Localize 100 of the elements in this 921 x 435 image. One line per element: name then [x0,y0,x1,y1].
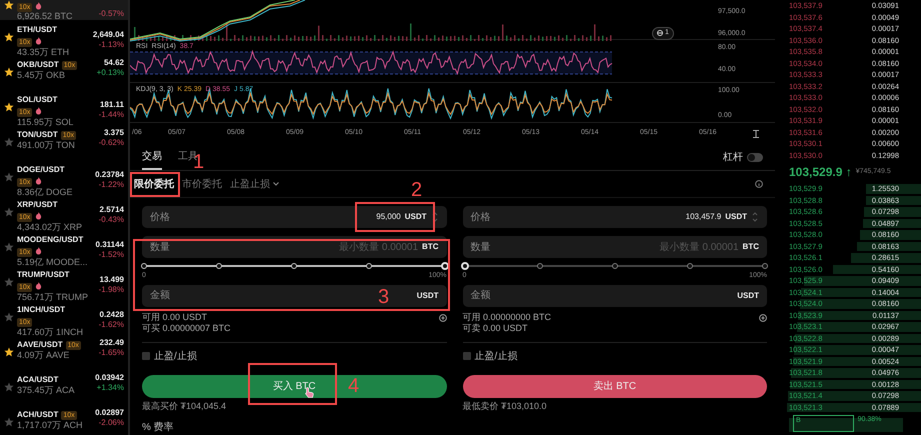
unit-label: USDT [404,211,426,223]
leverage-toggle[interactable] [747,153,763,162]
change-text: -1.65% [98,348,124,358]
volume-text: 5.45万 OKB [17,70,66,80]
volume-text: 756.71万 TRUMP [17,292,90,302]
star-icon[interactable] [4,102,14,112]
balance-text: 可用 0.00000000 BTC [462,311,552,324]
price-text: 13.499 [98,275,124,285]
balance-text: 可买 0.00000007 BTC [142,322,231,336]
price-text: 0.31144 [96,240,124,250]
quantity-field[interactable]: 数量 最小数量 0.00001 BTC [462,236,767,258]
depth-bar [862,218,921,228]
order-type-tab[interactable]: 止盈止损 [230,176,279,193]
pair-name: DOGE/USDT [17,165,65,174]
star-icon[interactable] [4,32,14,42]
star-icon[interactable] [4,382,14,392]
price-field[interactable]: 价格 103,457.9 USDT [462,206,767,228]
pair-name: 1INCH/USDT [17,305,66,314]
volume-text: 8.36亿 DOGE [17,187,74,197]
text-cursor-icon [753,130,759,138]
pair-name: AAVE/USDT [17,340,63,349]
price-input[interactable]: 103,457.9 [641,211,722,223]
volume-text: 5.19亿 MOODE... [17,257,89,267]
quantity-field[interactable]: 数量 最小数量 0.00001 BTC [142,236,446,258]
fee-link[interactable]: % 费率 [142,420,446,435]
unit-label: BTC [742,241,759,253]
depth-bar [850,253,921,262]
depth-bar [864,207,921,216]
depth-bar [856,242,921,251]
add-icon[interactable] [759,314,767,322]
star-icon[interactable] [4,67,14,77]
sell-button[interactable]: 卖出 BTC [462,374,767,398]
star-icon[interactable] [4,277,14,287]
change-text: -1.44% [98,110,124,120]
checkbox-label: 止盈/止损 [154,350,197,364]
annotation-number: 3 [378,287,390,307]
unit-label: USDT [725,211,747,223]
price-text: 3.375 [102,128,124,138]
price-text: 2,649.04 [92,30,124,40]
pair-name: OKB/USDT [17,60,59,69]
amount-field[interactable]: 金额 USDT [462,284,767,306]
price-text: 2.5714 [98,205,124,215]
order-type-tab[interactable]: 限价委托 [134,176,174,193]
unit-label: USDT [737,290,759,302]
best-price-text: 最低卖价 ₮103,010.0 [462,400,548,412]
price-text: 0.2428 [98,310,124,320]
unit-label: BTC [422,241,438,253]
pair-name: XRP/USDT [17,200,58,209]
star-icon[interactable] [4,207,14,217]
star-icon[interactable] [4,172,14,182]
volume-text: 4.09万 AAVE [17,350,70,360]
info-icon[interactable] [755,180,763,188]
pair-name: MOODENG/USDT [17,235,84,244]
slider-thumb[interactable] [460,262,468,270]
quantity-input[interactable]: 最小数量 0.00001 [298,240,418,254]
price-text: 232.49 [98,338,124,348]
order-type-tab[interactable]: 市价委托 [182,176,222,193]
star-icon[interactable] [4,0,14,10]
market-row[interactable]: ACA/USDT 375.45万 ACA 0.03942 +1.34% [0,370,128,405]
star-icon[interactable] [4,417,14,427]
star-icon[interactable] [4,312,14,322]
field-label: 价格 [470,210,490,224]
slider-thumb[interactable] [440,262,448,270]
tab[interactable]: 交易 [142,149,162,170]
depth-bar [860,230,921,240]
price-text: 0.03942 [95,373,124,383]
star-icon[interactable] [4,242,14,252]
volume-text: 375.45万 ACA [17,385,76,395]
balance-text: 可卖 0.00 USDT [462,322,528,336]
pair-name: ACA/USDT [17,375,58,384]
quantity-input[interactable]: 最小数量 0.00001 [618,240,739,254]
change-text: -1.52% [98,250,124,260]
checkbox[interactable] [142,352,150,360]
volume-text: 417.60万 1INCH [17,327,84,337]
toggle-label: 杠杆 [723,150,743,166]
change-text: -1.13% [98,40,124,50]
price-field[interactable]: 价格 95,000 USDT [142,206,446,228]
field-label: 数量 [150,240,170,254]
change-text: -2.06% [98,418,124,428]
volume-text: 1,717.07万 ACH [17,420,84,430]
price-text: 181.11 [98,100,124,110]
volume-text: 115.95万 SOL [17,117,74,127]
pair-name: TON/USDT [17,130,58,139]
field-label: 价格 [150,210,170,224]
star-icon[interactable] [4,347,14,357]
pair-name: TRUMP/USDT [17,270,70,279]
checkbox[interactable] [462,352,470,360]
star-icon[interactable] [4,137,14,147]
price-text: 0.02897 [95,408,124,418]
last-price: 103,529.9 ↑ [789,164,852,181]
pair-name: SOL/USDT [17,95,58,104]
depth-bar [866,196,921,205]
change-text: -1.98% [98,285,124,295]
change-text: -1.22% [98,180,124,190]
price-input[interactable]: 95,000 [320,211,401,223]
balance-text: 可用 0.00 USDT [142,311,208,324]
add-icon[interactable] [438,314,446,322]
caret-icon [273,182,279,186]
field-label: 金额 [470,288,490,303]
depth-bar [866,184,921,194]
